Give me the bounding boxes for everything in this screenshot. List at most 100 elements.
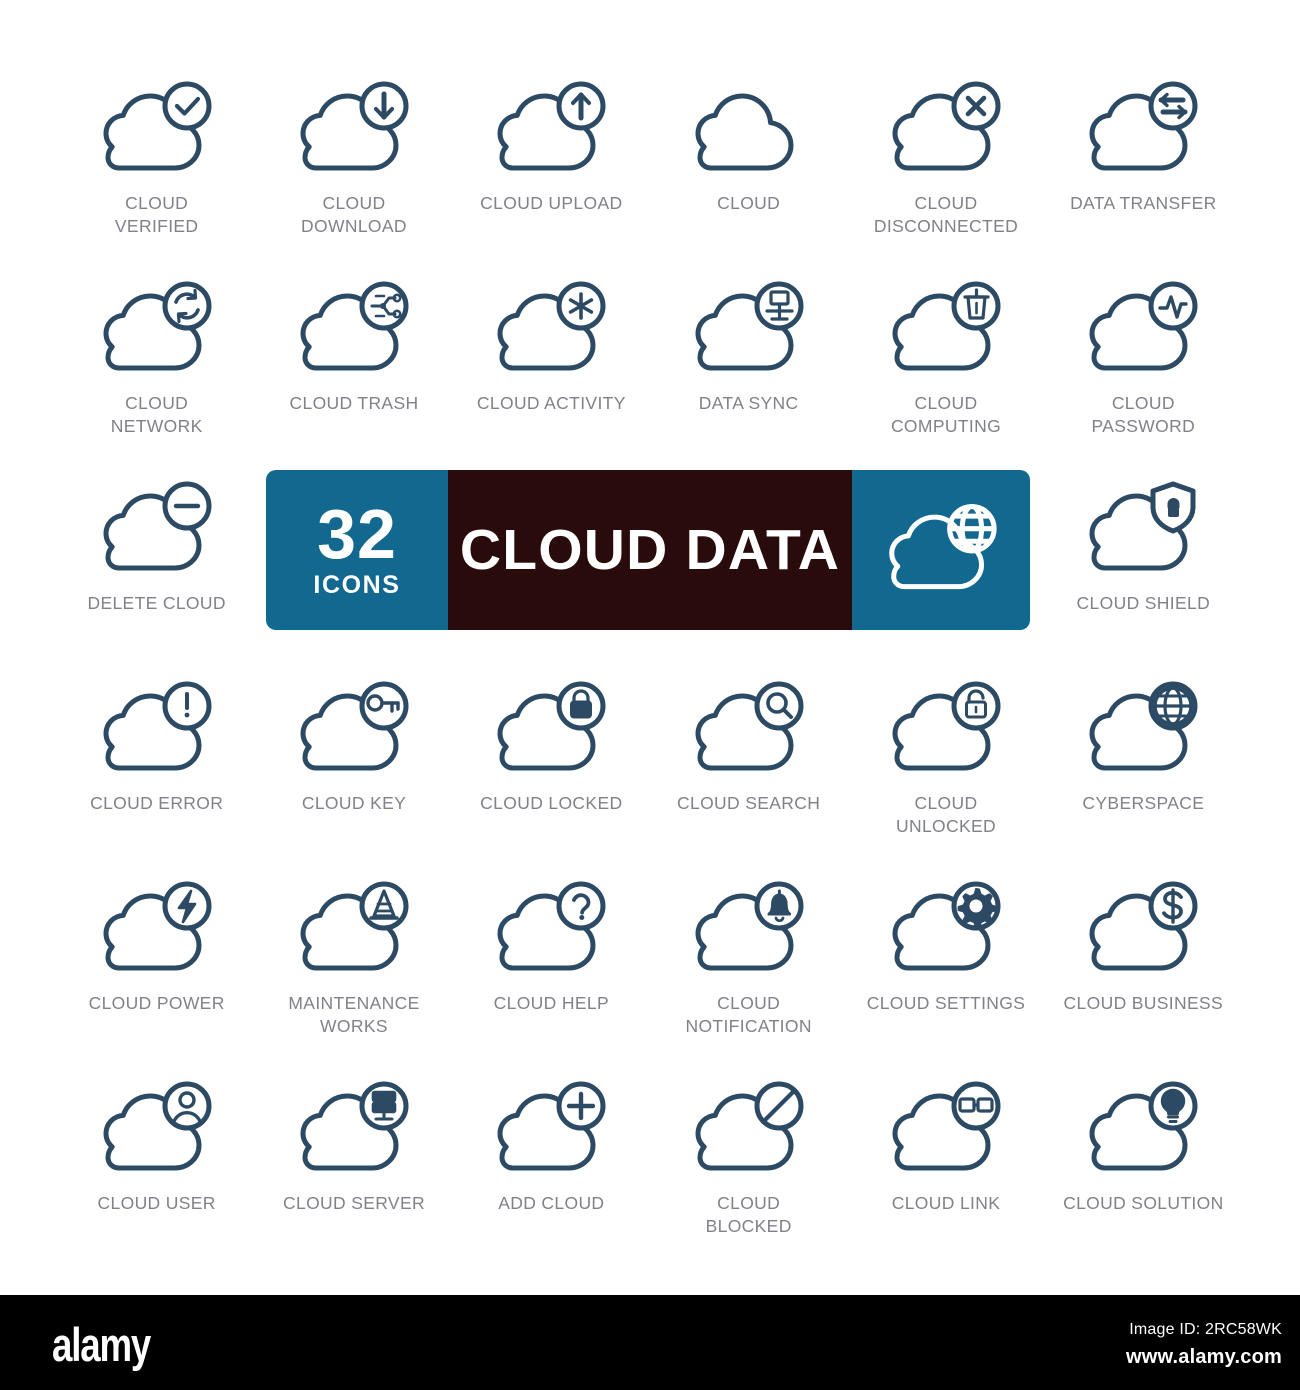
icon-sheet: CLOUD VERIFIED CLOUD DOWNLOAD CLOUD UPLO… <box>0 0 1300 1295</box>
alamy-url-text: www.alamy.com <box>1126 1346 1282 1368</box>
icon-cell-cloud[interactable]: CLOUD <box>650 62 847 262</box>
cloud-traffic-cone-icon <box>288 870 420 986</box>
icon-label: CLOUD NOTIFICATION <box>685 993 812 1037</box>
icon-cell-cloud-shield[interactable]: CLOUD SHIELD <box>1045 462 1242 662</box>
icon-label: CYBERSPACE <box>1082 793 1205 813</box>
icon-label: CLOUD UNLOCKED <box>895 793 997 837</box>
icon-label: CLOUD LOCKED <box>480 793 623 813</box>
cloud-bell-icon <box>683 870 815 986</box>
icon-label: CLOUD SERVER <box>283 1193 425 1213</box>
icon-cell-cloud-unlocked[interactable]: CLOUD UNLOCKED <box>847 662 1044 862</box>
icon-cell-cloud-key[interactable]: CLOUD KEY <box>255 662 452 862</box>
icon-cell-maintenance-works[interactable]: MAINTENANCE WORKS <box>255 862 452 1062</box>
icon-cell-cloud-disconnected[interactable]: CLOUD DISCONNECTED <box>847 62 1044 262</box>
icon-label: CLOUD ACTIVITY <box>476 393 626 413</box>
cloud-magnifier-icon <box>683 670 815 786</box>
cloud-slash-circle-icon <box>683 1070 815 1186</box>
cloud-link-icon <box>880 1070 1012 1186</box>
icon-cell-data-transfer[interactable]: DATA TRANSFER <box>1045 62 1242 262</box>
cloud-globe-icon <box>877 492 1005 609</box>
icon-label: CLOUD SHIELD <box>1076 593 1211 613</box>
image-id-text: Image ID: 2RC58WK <box>1129 1321 1282 1338</box>
icon-cell-cyberspace[interactable]: CYBERSPACE <box>1045 662 1242 862</box>
icon-cell-cloud-password[interactable]: CLOUD PASSWORD <box>1045 262 1242 462</box>
cloud-key-icon <box>288 670 420 786</box>
icon-cell-cloud-notification[interactable]: CLOUD NOTIFICATION <box>650 862 847 1062</box>
cloud-check-icon <box>91 70 223 186</box>
cloud-icon <box>683 70 815 186</box>
icon-cell-cloud-server[interactable]: CLOUD SERVER <box>255 1062 452 1262</box>
icon-cell-cloud-search[interactable]: CLOUD SEARCH <box>650 662 847 862</box>
icon-count-tile: 32 ICONS <box>266 470 448 630</box>
cloud-x-icon <box>880 70 1012 186</box>
icon-cell-cloud-power[interactable]: CLOUD POWER <box>58 862 255 1062</box>
icon-label: CLOUD LINK <box>891 1193 1001 1213</box>
icon-cell-cloud-blocked[interactable]: CLOUD BLOCKED <box>650 1062 847 1262</box>
cloud-dollar-icon <box>1077 870 1209 986</box>
cloud-sitemap-icon <box>683 270 815 386</box>
cloud-question-icon <box>485 870 617 986</box>
cloud-refresh-icon <box>91 270 223 386</box>
icon-label: CLOUD DISCONNECTED <box>873 193 1019 237</box>
icon-label: ADD CLOUD <box>498 1193 605 1213</box>
icon-cell-delete-cloud[interactable]: DELETE CLOUD <box>58 462 255 662</box>
banner-title-tile: CLOUD DATA <box>448 470 852 630</box>
cloud-exclamation-icon <box>91 670 223 786</box>
banner-art-tile <box>852 470 1030 630</box>
icon-cell-cloud-locked[interactable]: CLOUD LOCKED <box>453 662 650 862</box>
icon-cell-cloud-computing[interactable]: CLOUD COMPUTING <box>847 262 1044 462</box>
cloud-bolt-icon <box>91 870 223 986</box>
icon-label: DATA TRANSFER <box>1070 193 1217 213</box>
icon-cell-cloud-settings[interactable]: CLOUD SETTINGS <box>847 862 1044 1062</box>
icon-cell-cloud-help[interactable]: CLOUD HELP <box>453 862 650 1062</box>
icon-cell-cloud-download[interactable]: CLOUD DOWNLOAD <box>255 62 452 262</box>
promo-banner: 32 ICONS CLOUD DATA <box>266 470 1030 630</box>
icon-label: CLOUD USER <box>97 1193 216 1213</box>
cloud-pulse-icon <box>1077 270 1209 386</box>
icon-label: CLOUD TRASH <box>289 393 419 413</box>
icon-label: CLOUD PASSWORD <box>1091 393 1196 437</box>
icon-count-label: ICONS <box>313 570 401 599</box>
icon-label: CLOUD ERROR <box>90 793 224 813</box>
cloud-arrow-down-icon <box>288 70 420 186</box>
icon-label: CLOUD BLOCKED <box>705 1193 792 1237</box>
icon-label: CLOUD BUSINESS <box>1063 993 1224 1013</box>
cloud-trash-icon <box>880 270 1012 386</box>
icon-label: DELETE CLOUD <box>87 593 226 613</box>
icon-label: CLOUD SOLUTION <box>1063 1193 1224 1213</box>
cloud-arrow-up-icon <box>485 70 617 186</box>
watermark-meta: Image ID: 2RC58WK www.alamy.com <box>1126 1321 1282 1369</box>
icon-label: DATA SYNC <box>698 393 799 413</box>
icon-cell-add-cloud[interactable]: ADD CLOUD <box>453 1062 650 1262</box>
icon-label: MAINTENANCE WORKS <box>288 993 420 1037</box>
icon-cell-cloud-trash[interactable]: CLOUD TRASH <box>255 262 452 462</box>
icon-cell-cloud-business[interactable]: CLOUD BUSINESS <box>1045 862 1242 1062</box>
cloud-minus-icon <box>91 470 223 586</box>
cloud-asterisk-icon <box>485 270 617 386</box>
icon-cell-cloud-solution[interactable]: CLOUD SOLUTION <box>1045 1062 1242 1262</box>
icon-cell-cloud-upload[interactable]: CLOUD UPLOAD <box>453 62 650 262</box>
icon-cell-cloud-user[interactable]: CLOUD USER <box>58 1062 255 1262</box>
alamy-logo: alamy <box>52 1318 151 1371</box>
icon-label: CLOUD UPLOAD <box>480 193 623 213</box>
icon-label: CLOUD <box>717 193 781 213</box>
cloud-lightbulb-icon <box>1077 1070 1209 1186</box>
icon-grid: CLOUD VERIFIED CLOUD DOWNLOAD CLOUD UPLO… <box>58 62 1242 1262</box>
icon-cell-cloud-verified[interactable]: CLOUD VERIFIED <box>58 62 255 262</box>
icon-cell-cloud-error[interactable]: CLOUD ERROR <box>58 662 255 862</box>
icon-cell-cloud-activity[interactable]: CLOUD ACTIVITY <box>453 262 650 462</box>
alamy-watermark-footer: alamy Image ID: 2RC58WK www.alamy.com <box>0 1295 1300 1390</box>
cloud-lock-open-icon <box>880 670 1012 786</box>
icon-cell-cloud-link[interactable]: CLOUD LINK <box>847 1062 1044 1262</box>
icon-label: CLOUD KEY <box>301 793 407 813</box>
icon-label: CLOUD NETWORK <box>110 393 203 437</box>
icon-label: CLOUD VERIFIED <box>114 193 199 237</box>
icon-cell-data-sync[interactable]: DATA SYNC <box>650 262 847 462</box>
icon-label: CLOUD DOWNLOAD <box>301 193 407 237</box>
cloud-globe-icon <box>1077 670 1209 786</box>
cloud-server-icon <box>288 1070 420 1186</box>
icon-cell-cloud-network[interactable]: CLOUD NETWORK <box>58 262 255 462</box>
cloud-circuit-icon <box>288 270 420 386</box>
icon-label: CLOUD SETTINGS <box>866 993 1026 1013</box>
cloud-plus-icon <box>485 1070 617 1186</box>
